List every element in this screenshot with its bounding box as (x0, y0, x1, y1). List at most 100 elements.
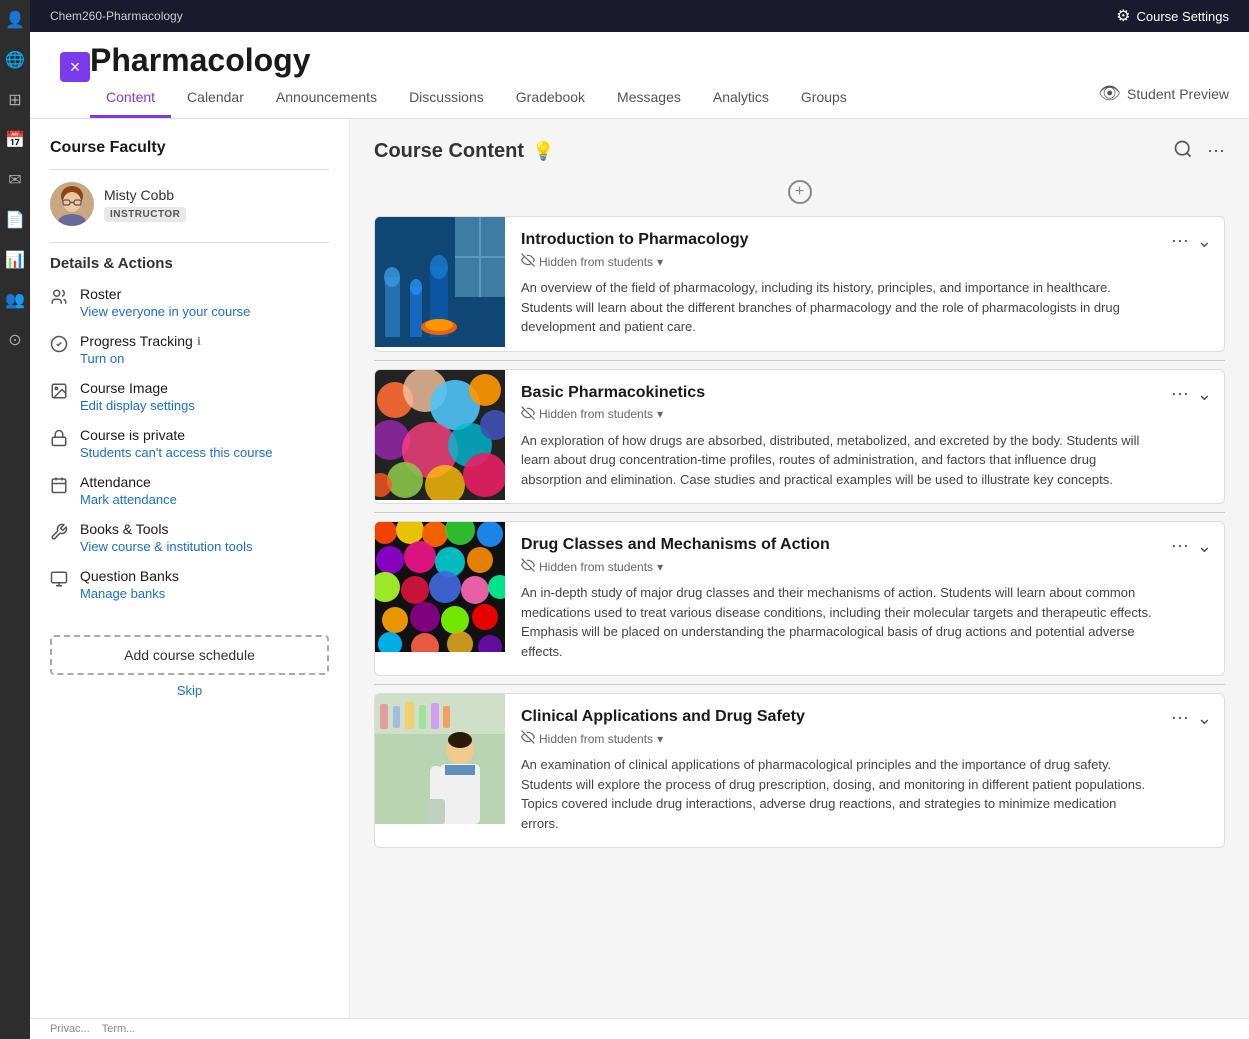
card-3-actions: ⋯ ⌄ (1171, 522, 1224, 675)
student-preview-button[interactable]: 👁 Student Preview (1098, 83, 1249, 114)
card-2-actions: ⋯ ⌄ (1171, 370, 1224, 504)
search-button[interactable] (1173, 139, 1193, 164)
course-card-3: Drug Classes and Mechanisms of Action (374, 521, 1225, 676)
attendance-icon (50, 476, 70, 499)
course-card-4: Clinical Applications and Drug Safety (374, 693, 1225, 848)
card-1-hidden-toggle[interactable]: Hidden from students ▾ (521, 253, 1155, 270)
privacy-link[interactable]: Privac... (50, 1023, 90, 1035)
terms-link[interactable]: Term... (102, 1023, 136, 1035)
attendance-link[interactable]: Mark attendance (80, 492, 177, 507)
nav-calendar-icon[interactable]: 📅 (5, 130, 25, 150)
progress-icon (50, 335, 70, 358)
lock-icon (50, 429, 70, 452)
card-2-body: Basic Pharmacokinetics Hidden from (505, 370, 1171, 504)
content-header-actions: ⋯ (1173, 139, 1225, 164)
course-content-header: Course Content 💡 ⋯ (374, 139, 1225, 164)
breadcrumb: Chem260-Pharmacology (50, 9, 183, 23)
hidden-icon-4 (521, 730, 535, 747)
tab-gradebook[interactable]: Gradebook (500, 79, 601, 118)
tab-analytics[interactable]: Analytics (697, 79, 785, 118)
add-course-schedule-button[interactable]: Add course schedule (50, 635, 329, 675)
instructor-info: Misty Cobb INSTRUCTOR (104, 187, 186, 222)
instructor-avatar (50, 182, 94, 226)
roster-link[interactable]: View everyone in your course (80, 304, 250, 319)
card-2-image (375, 370, 505, 500)
card-1-title: Introduction to Pharmacology (521, 231, 1155, 249)
course-image-label: Course Image (80, 380, 195, 396)
card-3-body: Drug Classes and Mechanisms of Action (505, 522, 1171, 675)
card-4-title: Clinical Applications and Drug Safety (521, 708, 1155, 726)
details-section-title: Details & Actions (50, 255, 329, 272)
tab-groups[interactable]: Groups (785, 79, 863, 118)
card-3-more-button[interactable]: ⋯ (1171, 536, 1189, 557)
hidden-icon-1 (521, 253, 535, 270)
card-1-body: Introduction to Pharmacology Hidde (505, 217, 1171, 351)
hidden-icon-3 (521, 558, 535, 575)
progress-link[interactable]: Turn on (80, 351, 201, 366)
private-link[interactable]: Students can't access this course (80, 445, 273, 460)
close-button[interactable]: × (60, 52, 90, 82)
books-tools-label: Books & Tools (80, 521, 252, 537)
footer: Privac... Term... (30, 1018, 1249, 1039)
preview-icon: 👁 (1098, 83, 1121, 104)
card-4-expand-button[interactable]: ⌄ (1197, 708, 1212, 729)
instructor-role-badge: INSTRUCTOR (104, 207, 186, 222)
nav-circle-icon[interactable]: ⊙ (5, 330, 25, 350)
nav-users-icon[interactable]: 👥 (5, 290, 25, 310)
question-banks-icon (50, 570, 70, 593)
card-4-hidden-toggle[interactable]: Hidden from students ▾ (521, 730, 1155, 747)
tab-messages[interactable]: Messages (601, 79, 697, 118)
card-4-more-button[interactable]: ⋯ (1171, 708, 1189, 729)
roster-icon (50, 288, 70, 311)
question-banks-label: Question Banks (80, 568, 179, 584)
nav-document-icon[interactable]: 📄 (5, 210, 25, 230)
card-1-description: An overview of the field of pharmacology… (521, 278, 1155, 337)
skip-link[interactable]: Skip (50, 683, 329, 698)
top-bar: Chem260-Pharmacology ⚙ Course Settings (30, 0, 1249, 32)
tab-calendar[interactable]: Calendar (171, 79, 260, 118)
action-question-banks: Question Banks Manage banks (50, 568, 329, 601)
nav-chart-icon[interactable]: 📊 (5, 250, 25, 270)
tab-content[interactable]: Content (90, 79, 171, 118)
card-3-hidden-toggle[interactable]: Hidden from students ▾ (521, 558, 1155, 575)
action-course-image: Course Image Edit display settings (50, 380, 329, 413)
tools-icon (50, 523, 70, 546)
more-options-button[interactable]: ⋯ (1207, 141, 1225, 162)
tab-announcements[interactable]: Announcements (260, 79, 393, 118)
question-banks-link[interactable]: Manage banks (80, 586, 179, 601)
nav-globe-icon[interactable]: 🌐 (5, 50, 25, 70)
card-3-description: An in-depth study of major drug classes … (521, 583, 1155, 661)
nav-person-icon[interactable]: 👤 (5, 10, 25, 30)
card-3-expand-button[interactable]: ⌄ (1197, 536, 1212, 557)
gear-icon: ⚙ (1116, 6, 1130, 26)
action-progress-tracking: Progress Tracking ℹ Turn on (50, 333, 329, 366)
roster-label: Roster (80, 286, 250, 302)
course-content-title: Course Content 💡 (374, 140, 554, 163)
nav-grid-icon[interactable]: ⊞ (5, 90, 25, 110)
course-settings-button[interactable]: ⚙ Course Settings (1116, 6, 1229, 26)
card-4-actions: ⋯ ⌄ (1171, 694, 1224, 847)
course-card-1: Introduction to Pharmacology Hidde (374, 216, 1225, 352)
nav-mail-icon[interactable]: ✉ (5, 170, 25, 190)
tab-discussions[interactable]: Discussions (393, 79, 500, 118)
card-1-more-button[interactable]: ⋯ (1171, 231, 1189, 252)
faculty-item: Misty Cobb INSTRUCTOR (50, 182, 329, 226)
course-image-link[interactable]: Edit display settings (80, 398, 195, 413)
books-tools-link[interactable]: View course & institution tools (80, 539, 252, 554)
add-content-button[interactable]: + (788, 180, 812, 204)
course-settings-label: Course Settings (1137, 9, 1230, 24)
private-label: Course is private (80, 427, 273, 443)
card-1-expand-button[interactable]: ⌄ (1197, 231, 1212, 252)
card-3-image (375, 522, 505, 652)
card-2-description: An exploration of how drugs are absorbed… (521, 431, 1155, 490)
action-private: Course is private Students can't access … (50, 427, 329, 460)
card-2-more-button[interactable]: ⋯ (1171, 384, 1189, 405)
card-4-body: Clinical Applications and Drug Safety (505, 694, 1171, 847)
course-card-2: Basic Pharmacokinetics Hidden from (374, 369, 1225, 505)
page-header: × Pharmacology Content Calendar Announce… (30, 32, 1249, 119)
sidebar: Course Faculty (30, 119, 350, 1018)
side-navigation: 👤 🌐 ⊞ 📅 ✉ 📄 📊 👥 ⊙ (0, 0, 30, 1039)
card-2-expand-button[interactable]: ⌄ (1197, 384, 1212, 405)
card-2-hidden-toggle[interactable]: Hidden from students ▾ (521, 406, 1155, 423)
progress-label: Progress Tracking ℹ (80, 333, 201, 349)
